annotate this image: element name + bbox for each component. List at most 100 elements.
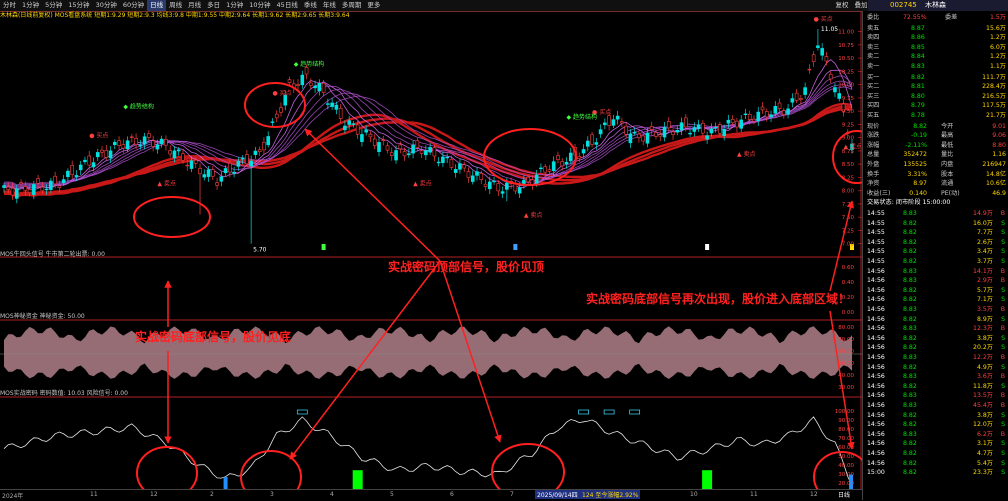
candle-body	[458, 163, 462, 170]
trade-status-row: 交易状态: 闭市阶段 15:00:00	[863, 198, 1008, 208]
period-tab-16[interactable]: 更多	[364, 0, 383, 11]
risk-box-0	[296, 409, 308, 415]
cell: 14:55	[867, 238, 885, 246]
candle-body	[496, 183, 501, 192]
cell: 12.3万	[973, 325, 993, 333]
tick-row-27: 15:00 8.82 23.3万 S	[863, 468, 1008, 478]
candle-body	[6, 186, 11, 190]
cell: S	[1001, 296, 1005, 304]
candle-body	[718, 124, 722, 134]
candle-body	[513, 183, 518, 192]
cell: 14:56	[867, 267, 885, 275]
period-tab-13[interactable]: 季线	[301, 0, 320, 11]
period-tab-3[interactable]: 15分钟	[65, 0, 92, 11]
period-tab-10[interactable]: 1分钟	[223, 0, 246, 11]
cell: 14:56	[867, 296, 885, 304]
cell: 8.78	[911, 112, 925, 119]
tick-row-25: 14:56 8.82 4.7万 S	[863, 449, 1008, 459]
candle-body	[526, 176, 530, 183]
annotation-bottom-signal: 实战密码底部信号，股价见底	[135, 330, 292, 344]
cell: 2.6万	[976, 238, 993, 246]
cell: 14:55	[867, 219, 885, 227]
cell: 6.0万	[989, 43, 1006, 51]
cell: 8.82	[903, 229, 917, 237]
candle-body	[125, 140, 130, 150]
price-axis-label: 10.75	[838, 43, 854, 49]
candle-body	[372, 138, 377, 146]
p3-axis-label: 70.00	[838, 337, 854, 343]
cell: B	[1000, 210, 1005, 217]
bid-row-3: 买四 8.79 117.5万	[863, 101, 1008, 111]
cell: 8.82	[903, 315, 917, 323]
cell: 卖五	[867, 24, 880, 32]
cell: 21.7万	[986, 112, 1006, 119]
cell: 8.9万	[976, 315, 993, 323]
candle-body	[232, 171, 236, 174]
period-tab-11[interactable]: 10分钟	[246, 0, 273, 11]
candle-body	[743, 113, 748, 116]
candle-body	[564, 161, 569, 165]
cell: B	[1000, 277, 1005, 285]
cell: 14:56	[867, 392, 885, 400]
candle-body	[620, 121, 624, 124]
cell: 14:55	[867, 258, 885, 265]
candle-body	[534, 174, 539, 184]
candle-body	[709, 128, 714, 134]
cell: 7.1万	[976, 296, 993, 304]
cell: 14:56	[867, 363, 885, 371]
tick-row-16: 14:56 8.82 4.9万 S	[863, 363, 1008, 373]
date-axis-label: 3	[270, 491, 274, 498]
cell: 收益(三)	[867, 189, 891, 197]
quote-row-4: 外盘 135525 内盘 216947	[863, 160, 1008, 170]
period-tab-0[interactable]: 分时	[0, 0, 19, 11]
period-tab-4[interactable]: 30分钟	[93, 0, 120, 11]
cell: B	[1000, 306, 1005, 313]
cell: 委差	[945, 14, 958, 21]
candle-body	[398, 144, 403, 150]
p4-axis-label: 50.00	[838, 454, 854, 460]
cell: 4.7万	[976, 450, 993, 457]
period-tab-5[interactable]: 60分钟	[120, 0, 147, 11]
range-info-box: 124 至今涨幅2.92%	[580, 490, 641, 499]
period-tab-2[interactable]: 5分钟	[42, 0, 65, 11]
candle-body	[262, 141, 266, 151]
risk-box-2	[603, 409, 615, 415]
cell: 111.7万	[982, 73, 1006, 81]
candle-body	[820, 48, 824, 56]
candle-body	[662, 126, 667, 138]
period-tab-9[interactable]: 多日	[204, 0, 223, 11]
cell: 4.9万	[976, 363, 993, 371]
candle-body	[330, 102, 334, 107]
candle-body	[394, 150, 398, 161]
price-axis-label: 8.50	[842, 162, 855, 168]
period-tab-1[interactable]: 1分钟	[19, 0, 42, 11]
trend-mark-1: ◆ 趋势结构	[294, 60, 325, 68]
period-tab-15[interactable]: 多周期	[339, 0, 365, 11]
period-tab-14[interactable]: 年线	[320, 0, 339, 11]
cell: 14:56	[867, 373, 885, 381]
cell: S	[1001, 238, 1005, 246]
candle-body	[249, 160, 253, 167]
cell: 8.83	[903, 392, 917, 400]
candle-body	[198, 168, 202, 175]
toolbar-right-8[interactable]: 复权	[833, 0, 852, 11]
cell: 8.82	[903, 469, 917, 477]
candle-body	[436, 161, 441, 164]
candle-body	[266, 136, 271, 146]
period-tab-12[interactable]: 45日线	[274, 0, 301, 11]
cell: 8.82	[903, 440, 917, 448]
price-axis-label: 8.75	[842, 149, 855, 155]
tick-row-12: 14:56 8.83 12.3万 B	[863, 324, 1008, 334]
period-tab-6[interactable]: 日线	[147, 0, 167, 11]
candle-body	[61, 179, 66, 184]
candle-body	[304, 67, 309, 75]
cell: 8.82	[903, 248, 917, 256]
date-axis-label: 4	[330, 491, 334, 498]
period-tab-7[interactable]: 周线	[166, 0, 185, 11]
tick-row-18: 14:56 8.82 11.8万 S	[863, 382, 1008, 392]
period-tab-8[interactable]: 月线	[185, 0, 204, 11]
cell: 3.1万	[976, 440, 993, 448]
price-axis-label: 10.50	[838, 56, 854, 62]
sell-mark-3: ▲ 卖点	[737, 150, 756, 158]
candle-body	[57, 185, 62, 188]
